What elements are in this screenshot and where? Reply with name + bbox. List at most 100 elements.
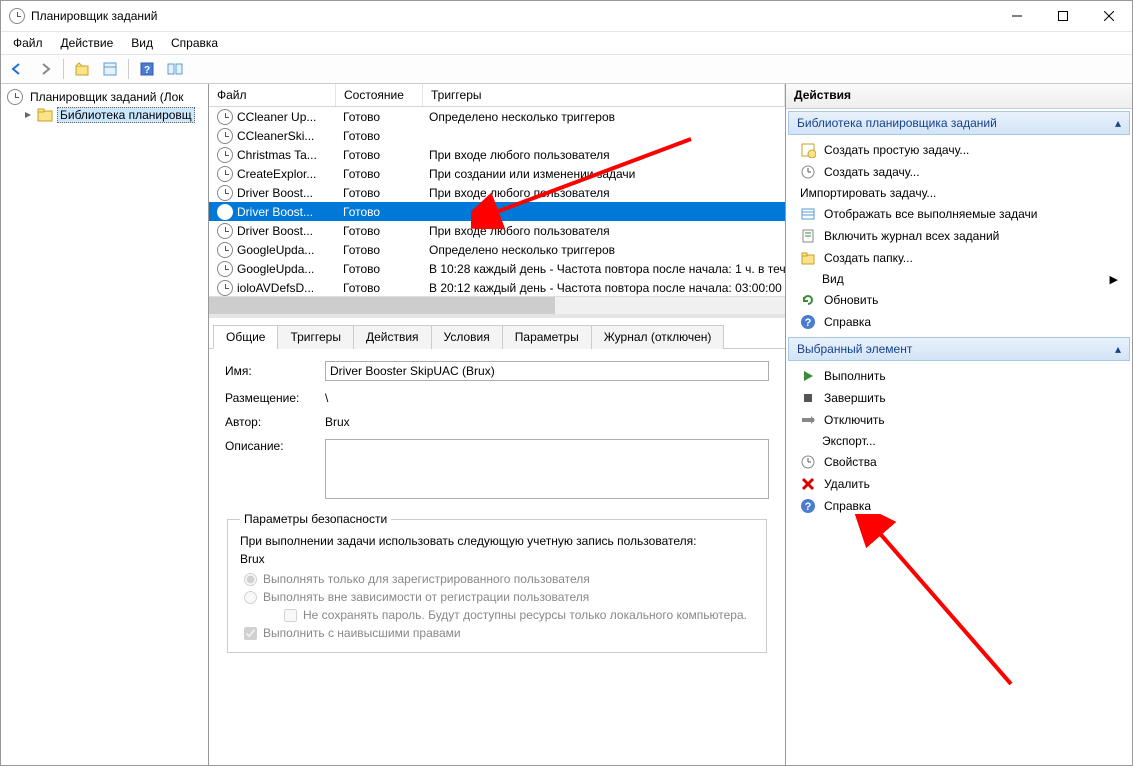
actions-section-selected[interactable]: Выбранный элемент ▴ [788, 337, 1130, 361]
minimize-button[interactable] [994, 1, 1040, 31]
action-выполнить[interactable]: Выполнить [788, 365, 1130, 387]
toolbar: ? [1, 54, 1132, 84]
task-row[interactable]: Driver Boost...Готово [209, 202, 785, 221]
task-icon [217, 109, 233, 125]
forward-button[interactable] [33, 57, 57, 81]
col-file[interactable]: Файл [209, 84, 336, 106]
task-icon [217, 185, 233, 201]
tab-actions[interactable]: Действия [353, 325, 432, 349]
task-trigger: В 10:28 каждый день - Частота повтора по… [421, 262, 785, 276]
task-name: GoogleUpda... [237, 243, 314, 257]
task-icon [217, 166, 233, 182]
show-all-icon [800, 206, 816, 222]
menu-view[interactable]: Вид [123, 34, 161, 52]
radio-any-label: Выполнять вне зависимости от регистрации… [263, 590, 589, 604]
task-row[interactable]: CCleanerSki...Готово [209, 126, 785, 145]
action-включить-журнал-всех-заданий[interactable]: Включить журнал всех заданий [788, 225, 1130, 247]
security-user: Brux [240, 552, 754, 566]
refresh-icon [800, 292, 816, 308]
task-row[interactable]: Christmas Ta...ГотовоПри входе любого по… [209, 145, 785, 164]
main-body: Планировщик заданий (Лок Библиотека план… [1, 84, 1132, 765]
tab-conditions[interactable]: Условия [431, 325, 503, 349]
scheduler-icon [7, 89, 23, 105]
action-свойства[interactable]: Свойства [788, 451, 1130, 473]
maximize-button[interactable] [1040, 1, 1086, 31]
action-справка[interactable]: ?Справка [788, 495, 1130, 517]
folder-icon [800, 250, 816, 266]
task-trigger: Определено несколько триггеров [421, 110, 785, 124]
task-state: Готово [335, 186, 421, 200]
task-name: ioloAVDefsD... [237, 281, 314, 295]
play-icon [800, 368, 816, 384]
tab-settings[interactable]: Параметры [502, 325, 592, 349]
back-button[interactable] [5, 57, 29, 81]
task-row[interactable]: ioloAVDefsD...ГотовоВ 20:12 каждый день … [209, 278, 785, 296]
col-trigger[interactable]: Триггеры [423, 84, 785, 106]
menu-action[interactable]: Действие [53, 34, 122, 52]
action-удалить[interactable]: Удалить [788, 473, 1130, 495]
task-row[interactable]: CreateExplor...ГотовоПри создании или из… [209, 164, 785, 183]
security-legend: Параметры безопасности [240, 512, 391, 526]
tree-root-node[interactable]: Планировщик заданий (Лок [3, 88, 206, 106]
up-button[interactable] [70, 57, 94, 81]
task-icon [217, 280, 233, 296]
task-icon [217, 204, 233, 220]
list-body[interactable]: CCleaner Up...ГотовоОпределено несколько… [209, 107, 785, 296]
task-state: Готово [335, 167, 421, 181]
close-button[interactable] [1086, 1, 1132, 31]
tabs: Общие Триггеры Действия Условия Параметр… [209, 318, 785, 349]
col-state[interactable]: Состояние [336, 84, 423, 106]
help-button[interactable]: ? [135, 57, 159, 81]
log-icon [800, 228, 816, 244]
action-отображать-все-выполняемые-задачи[interactable]: Отображать все выполняемые задачи [788, 203, 1130, 225]
tab-general[interactable]: Общие [213, 325, 278, 349]
action-label: Обновить [824, 293, 878, 307]
action-экспорт-[interactable]: Экспорт... [788, 431, 1130, 451]
location-value: \ [325, 391, 769, 405]
actions-section-library[interactable]: Библиотека планировщика заданий ▴ [788, 111, 1130, 135]
task-row[interactable]: CCleaner Up...ГотовоОпределено несколько… [209, 107, 785, 126]
properties-button[interactable] [98, 57, 122, 81]
check-no-password-label: Не сохранять пароль. Будут доступны ресу… [303, 608, 747, 622]
action-справка[interactable]: ?Справка [788, 311, 1130, 333]
window-title: Планировщик заданий [31, 9, 994, 23]
action-обновить[interactable]: Обновить [788, 289, 1130, 311]
window-controls [994, 1, 1132, 31]
task-name: Driver Boost... [237, 205, 313, 219]
menu-help[interactable]: Справка [163, 34, 226, 52]
task-state: Готово [335, 262, 421, 276]
tab-triggers[interactable]: Триггеры [277, 325, 354, 349]
action-label: Свойства [824, 455, 877, 469]
list-header: Файл Состояние Триггеры [209, 84, 785, 107]
horizontal-scrollbar[interactable] [209, 296, 785, 314]
task-state: Готово [335, 129, 421, 143]
name-field[interactable] [325, 361, 769, 381]
menu-file[interactable]: Файл [5, 34, 51, 52]
action-label: Создать папку... [824, 251, 913, 265]
menubar: Файл Действие Вид Справка [1, 32, 1132, 54]
expand-icon [23, 110, 33, 120]
action-создать-папку-[interactable]: Создать папку... [788, 247, 1130, 269]
action-импортировать-задачу-[interactable]: Импортировать задачу... [788, 183, 1130, 203]
task-row[interactable]: Driver Boost...ГотовоПри входе любого по… [209, 183, 785, 202]
action-label: Включить журнал всех заданий [824, 229, 999, 243]
actions-library-list: Создать простую задачу...Создать задачу.… [786, 137, 1132, 335]
action-отключить[interactable]: Отключить [788, 409, 1130, 431]
tree-library-node[interactable]: Библиотека планировщ [3, 106, 206, 124]
action-завершить[interactable]: Завершить [788, 387, 1130, 409]
task-trigger: При входе любого пользователя [421, 224, 785, 238]
action-создать-простую-задачу-[interactable]: Создать простую задачу... [788, 139, 1130, 161]
task-state: Готово [335, 110, 421, 124]
task-row[interactable]: Driver Boost...ГотовоПри входе любого по… [209, 221, 785, 240]
description-field[interactable] [325, 439, 769, 499]
action-создать-задачу-[interactable]: Создать задачу... [788, 161, 1130, 183]
tab-history[interactable]: Журнал (отключен) [591, 325, 725, 349]
action-вид[interactable]: Вид▶ [788, 269, 1130, 289]
show-hide-button[interactable] [163, 57, 187, 81]
help-icon: ? [800, 498, 816, 514]
task-row[interactable]: GoogleUpda...ГотовоВ 10:28 каждый день -… [209, 259, 785, 278]
check-no-password [284, 609, 297, 622]
task-row[interactable]: GoogleUpda...ГотовоОпределено несколько … [209, 240, 785, 259]
actions-header: Действия [786, 84, 1132, 109]
action-label: Отображать все выполняемые задачи [824, 207, 1038, 221]
